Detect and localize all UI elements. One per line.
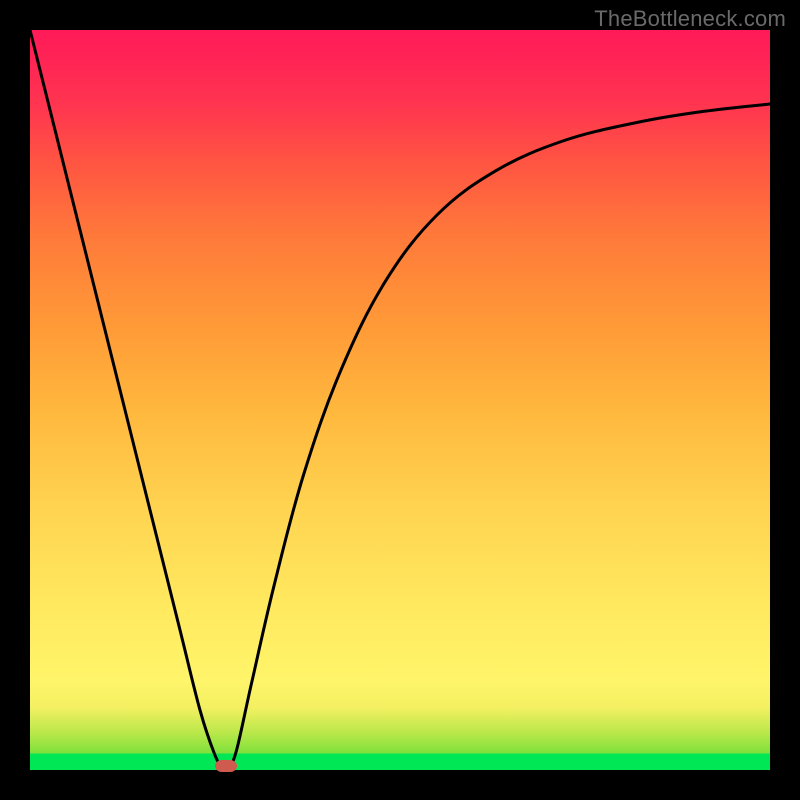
bottleneck-curve <box>30 30 770 770</box>
chart-frame <box>30 30 770 770</box>
curve-svg <box>30 30 770 770</box>
watermark-text: TheBottleneck.com <box>594 6 786 32</box>
min-marker <box>215 760 237 772</box>
plot-area <box>30 30 770 770</box>
